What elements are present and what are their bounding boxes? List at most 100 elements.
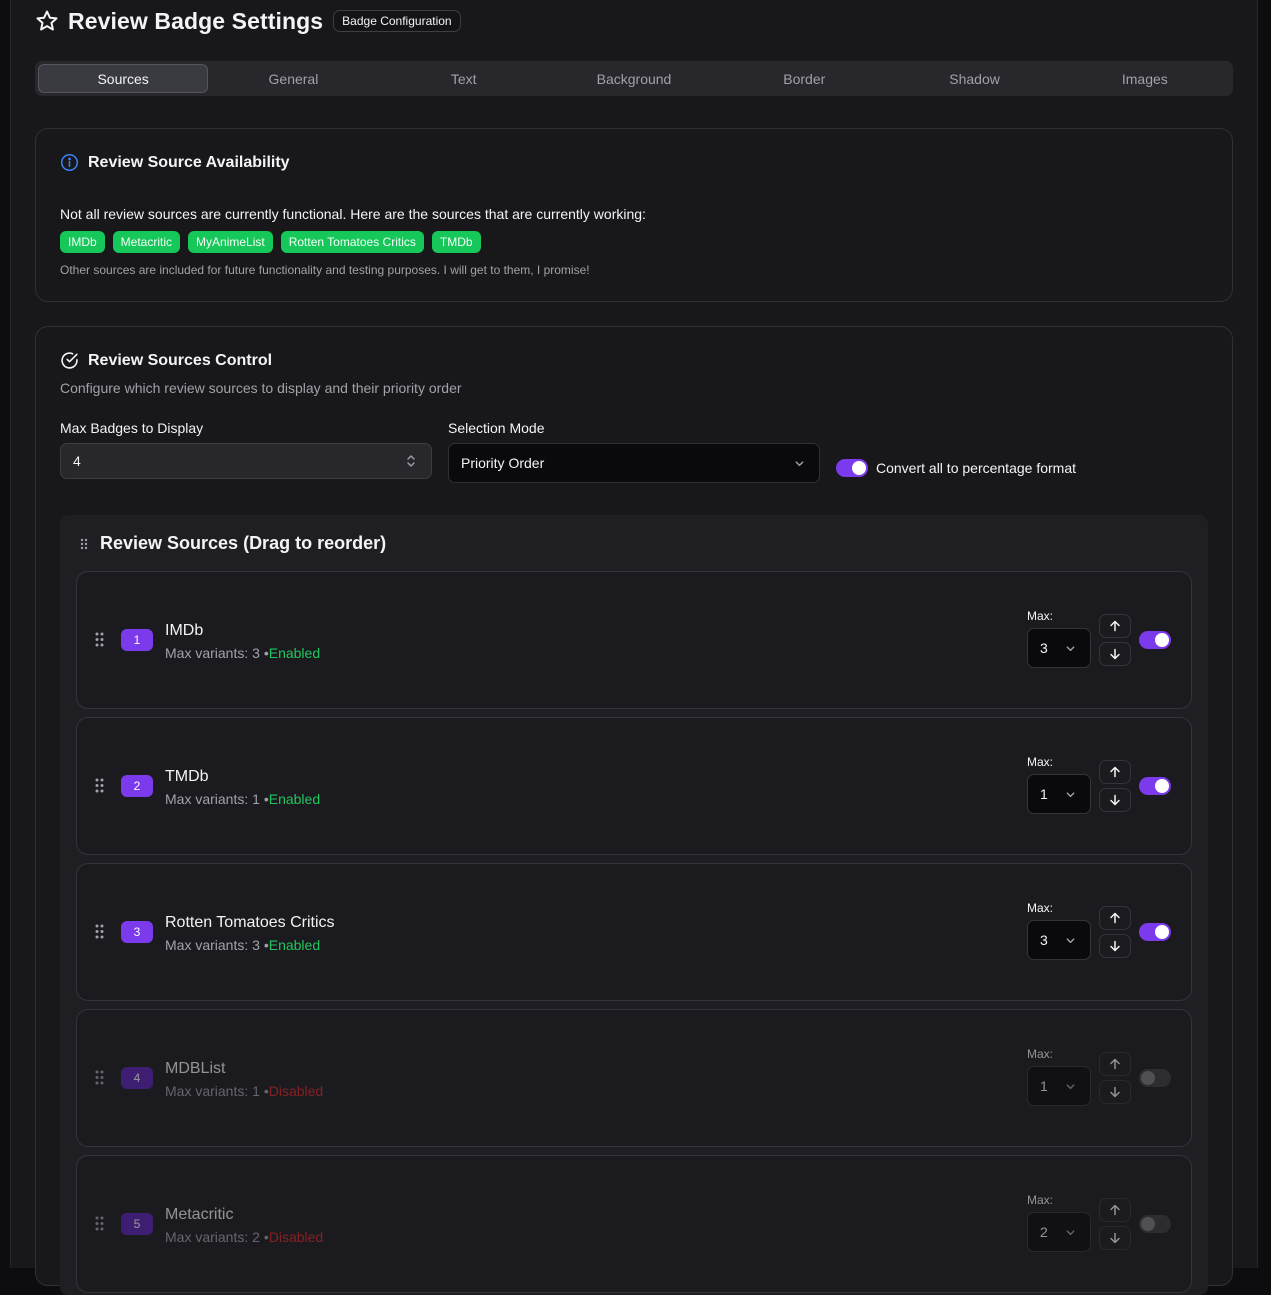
max-label: Max: (1027, 901, 1054, 915)
availability-heading: Review Source Availability (60, 153, 290, 172)
source-enabled-toggle[interactable] (1139, 631, 1171, 649)
chevron-down-icon (1066, 1230, 1075, 1236)
variants-prefix: Max variants: (165, 1083, 253, 1099)
drag-handle-icon[interactable] (95, 1216, 104, 1231)
chevron-down-icon (1066, 1084, 1075, 1090)
arrow-down-icon (1110, 1232, 1120, 1244)
variants-count: 3 (252, 937, 260, 953)
drag-handle-icon[interactable] (95, 1070, 104, 1085)
max-label: Max: (1027, 1047, 1054, 1061)
move-down-button[interactable] (1099, 642, 1131, 666)
max-variants-select[interactable]: 3 (1027, 920, 1091, 960)
arrow-up-icon (1110, 1058, 1120, 1070)
max-badges-value: 4 (73, 453, 81, 469)
move-up-button[interactable] (1099, 760, 1131, 784)
source-status: Enabled (268, 937, 321, 953)
source-row-metacritic[interactable]: 5 Metacritic Max variants: 2 •Disabled M… (76, 1155, 1192, 1293)
max-variants-select[interactable]: 3 (1027, 628, 1091, 668)
max-badges-input[interactable]: 4 (60, 443, 432, 479)
source-enabled-toggle[interactable] (1139, 777, 1171, 795)
tab-background[interactable]: Background (549, 64, 719, 93)
max-variants-select[interactable]: 2 (1027, 1212, 1091, 1252)
move-up-button[interactable] (1099, 906, 1131, 930)
drag-handle-icon[interactable] (95, 778, 104, 793)
source-name: TMDb (165, 768, 209, 785)
max-label: Max: (1027, 1193, 1054, 1207)
source-meta: Max variants: 3 •Enabled (165, 937, 321, 953)
tab-border[interactable]: Border (719, 64, 889, 93)
max-variants-value: 3 (1040, 932, 1048, 948)
source-chip: IMDb (60, 231, 105, 253)
source-meta: Max variants: 3 •Enabled (165, 645, 321, 661)
move-up-button[interactable] (1099, 1052, 1131, 1076)
source-row-tmdb[interactable]: 2 TMDb Max variants: 1 •Enabled Max: 1 (76, 717, 1192, 855)
move-down-button[interactable] (1099, 934, 1131, 958)
selection-mode-select[interactable]: Priority Order (448, 443, 820, 483)
source-name: IMDb (165, 622, 204, 639)
variants-count: 2 (252, 1229, 260, 1245)
info-icon (60, 153, 79, 172)
move-up-button[interactable] (1099, 614, 1131, 638)
max-label: Max: (1027, 609, 1054, 623)
max-variants-select[interactable]: 1 (1027, 774, 1091, 814)
tab-sources[interactable]: Sources (38, 64, 209, 93)
tab-shadow[interactable]: Shadow (889, 64, 1059, 93)
source-chip: MyAnimeList (188, 231, 273, 253)
source-chip: Rotten Tomatoes Critics (280, 231, 424, 253)
max-variants-value: 1 (1040, 786, 1048, 802)
priority-badge: 5 (121, 1213, 153, 1235)
max-variants-select[interactable]: 1 (1027, 1066, 1091, 1106)
variants-prefix: Max variants: (165, 1229, 253, 1245)
star-icon (36, 10, 58, 31)
availability-text: Not all review sources are currently fun… (60, 206, 646, 222)
arrow-up-icon (1110, 912, 1120, 924)
drag-handle-icon[interactable] (95, 632, 104, 647)
selection-mode-value: Priority Order (461, 455, 545, 471)
tab-general[interactable]: General (208, 64, 378, 93)
arrow-down-icon (1110, 1086, 1120, 1098)
variants-count: 1 (252, 1083, 260, 1099)
move-down-button[interactable] (1099, 1226, 1131, 1250)
availability-card: Review Source Availability Not all revie… (35, 128, 1233, 302)
max-label: Max: (1027, 755, 1054, 769)
source-chip: Metacritic (112, 231, 181, 253)
move-down-button[interactable] (1099, 1080, 1131, 1104)
source-row-rotten-tomatoes[interactable]: 3 Rotten Tomatoes Critics Max variants: … (76, 863, 1192, 1001)
check-circle-icon (61, 352, 78, 369)
arrow-up-icon (1110, 620, 1120, 632)
list-title: Review Sources (Drag to reorder) (100, 533, 387, 553)
arrow-down-icon (1110, 794, 1120, 806)
source-meta: Max variants: 1 •Disabled (165, 1083, 324, 1099)
variants-prefix: Max variants: (165, 791, 253, 807)
priority-badge: 2 (121, 775, 153, 797)
availability-note: Other sources are included for future fu… (60, 263, 590, 277)
drag-handle-icon[interactable] (95, 924, 104, 939)
move-down-button[interactable] (1099, 788, 1131, 812)
priority-badge: 3 (121, 921, 153, 943)
source-row-mdblist[interactable]: 4 MDBList Max variants: 1 •Disabled Max:… (76, 1009, 1192, 1147)
selection-mode-label: Selection Mode (448, 420, 545, 436)
drag-handle-icon (80, 538, 88, 550)
source-enabled-toggle[interactable] (1139, 1069, 1171, 1087)
tab-text[interactable]: Text (379, 64, 549, 93)
arrow-down-icon (1110, 648, 1120, 660)
move-up-button[interactable] (1099, 1198, 1131, 1222)
source-enabled-toggle[interactable] (1139, 923, 1171, 941)
percentage-label: Convert all to percentage format (876, 460, 1076, 476)
max-variants-value: 2 (1040, 1224, 1048, 1240)
source-enabled-toggle[interactable] (1139, 1215, 1171, 1233)
availability-title: Review Source Availability (88, 153, 290, 171)
source-chip: TMDb (431, 231, 481, 253)
tab-images[interactable]: Images (1060, 64, 1230, 93)
priority-badge: 4 (121, 1067, 153, 1089)
source-row-imdb[interactable]: 1 IMDb Max variants: 3 •Enabled Max: 3 (76, 571, 1192, 709)
control-heading: Review Sources Control (60, 351, 272, 370)
stepper-icon[interactable] (405, 453, 417, 469)
percentage-toggle[interactable] (836, 459, 868, 477)
variants-count: 3 (252, 645, 260, 661)
variants-prefix: Max variants: (165, 645, 253, 661)
arrow-down-icon (1110, 940, 1120, 952)
source-name: MDBList (165, 1060, 226, 1077)
max-variants-value: 3 (1040, 640, 1048, 656)
source-meta: Max variants: 1 •Enabled (165, 791, 321, 807)
